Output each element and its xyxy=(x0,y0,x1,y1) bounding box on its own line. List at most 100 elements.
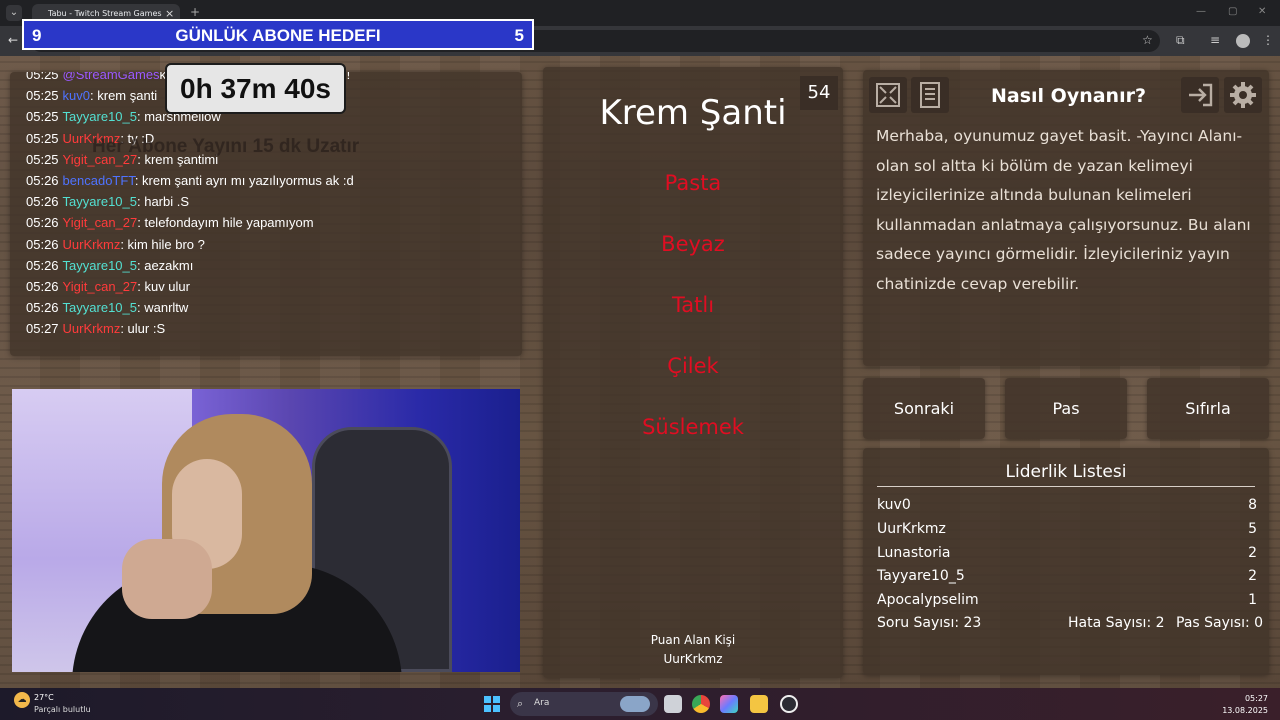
scorer-name: UurKrkmz xyxy=(663,652,723,666)
leaderboard-name: Apocalypselim xyxy=(877,592,979,608)
chat-timestamp: 05:26 xyxy=(26,257,59,273)
chat-message: 05:26 UurKrkmz: kim hile bro ? xyxy=(26,234,354,255)
back-icon[interactable]: ← xyxy=(8,33,18,47)
task-view-icon[interactable] xyxy=(664,695,682,713)
taboo-word: Tatlı xyxy=(671,293,715,317)
chat-username[interactable]: Tayyare10_5 xyxy=(63,300,137,315)
chat-message: 05:27 UurKrkmz: ulur :S xyxy=(26,318,354,339)
leaderboard-score: 2 xyxy=(1248,545,1257,561)
fullscreen-icon xyxy=(876,83,900,107)
taboo-card: 54 Krem Şanti Pasta Beyaz Tatlı Çilek Sü… xyxy=(543,67,843,678)
taboo-word: Beyaz xyxy=(661,232,725,256)
target-word: Krem Şanti xyxy=(599,93,787,133)
start-button[interactable] xyxy=(484,696,500,712)
weather-description[interactable]: Parçalı bulutlu xyxy=(34,705,91,714)
settings-button[interactable] xyxy=(1224,77,1262,113)
copilot-icon[interactable] xyxy=(720,695,738,713)
weather-temperature[interactable]: 27°C xyxy=(34,693,54,702)
taboo-word: Çilek xyxy=(667,354,719,378)
webcam-feed xyxy=(12,389,520,672)
chat-timestamp: 05:25 xyxy=(26,151,59,167)
file-explorer-icon[interactable] xyxy=(750,695,768,713)
chat-username[interactable]: Tayyare10_5 xyxy=(63,194,137,209)
chat-text: : kuv ulur xyxy=(137,279,190,295)
chat-timestamp: 05:26 xyxy=(26,215,59,231)
chat-username[interactable]: kuv0 xyxy=(63,88,90,103)
gear-icon xyxy=(1230,82,1256,108)
chat-message: 05:26 Yigit_can_27: kuv ulur xyxy=(26,276,354,297)
tab-title: Tabu - Twitch Stream Games xyxy=(48,9,162,18)
chat-text: : telefondayım hile yapamıyom xyxy=(137,215,314,231)
notes-icon xyxy=(920,82,940,108)
leaderboard-score: 2 xyxy=(1248,568,1257,584)
taskbar-search[interactable]: ⌕ Ara xyxy=(510,692,658,716)
subscriber-goal-target: 5 xyxy=(514,26,524,45)
leaderboard-name: Lunastoria xyxy=(877,545,951,561)
taboo-word: Pasta xyxy=(664,171,722,195)
chat-text: : kim hile bro ? xyxy=(120,236,205,252)
leaderboard-name: Tayyare10_5 xyxy=(877,568,965,584)
windows-logo-icon xyxy=(493,705,500,712)
exit-icon xyxy=(1189,83,1213,107)
chat-panel: 05:25@StreamGameskuv0 krem şanti kelimes… xyxy=(10,72,522,356)
chat-text: : aezakmı xyxy=(137,257,194,273)
exit-button[interactable] xyxy=(1181,77,1219,113)
taskbar-clock-time[interactable]: 05:27 xyxy=(1245,694,1268,703)
maximize-icon[interactable]: ▢ xyxy=(1228,6,1237,17)
chat-username[interactable]: bencadoTFT xyxy=(63,173,135,188)
subscriber-goal-bar: GÜNLÜK ABONE HEDEFI 9 5 xyxy=(22,19,534,50)
chat-timestamp: 05:26 xyxy=(26,279,59,295)
pass-count: Pas Sayısı: 0 xyxy=(1176,615,1264,631)
subscriber-goal-current: 9 xyxy=(32,26,42,45)
extensions-icon[interactable]: ⧉ xyxy=(1176,33,1185,48)
chat-text: : harbi .S xyxy=(137,194,190,210)
leaderboard-divider xyxy=(877,486,1255,487)
error-count: Hata Sayısı: 2 xyxy=(1068,615,1165,631)
windows-logo-icon xyxy=(484,696,491,703)
chat-message: 05:26 Tayyare10_5: wanrltw xyxy=(26,297,354,318)
chat-message: 05:26 bencadoTFT: krem şanti ayrı mı yazı… xyxy=(26,170,354,191)
tab-search-icon[interactable]: ⌄ xyxy=(6,5,22,21)
next-button[interactable]: Sonraki xyxy=(863,378,985,439)
more-menu-icon[interactable]: ⋮ xyxy=(1262,33,1274,47)
minimize-icon[interactable]: — xyxy=(1196,6,1206,17)
chat-timestamp: 05:26 xyxy=(26,300,59,316)
how-to-play-title: Nasıl Oynanır? xyxy=(991,85,1146,107)
leaderboard-title: Liderlik Listesi xyxy=(1005,462,1127,482)
chat-username[interactable]: Yigit_can_27 xyxy=(63,215,138,230)
leaderboard-score: 1 xyxy=(1248,592,1257,608)
windows-taskbar: ☁ 27°C Parçalı bulutlu ⌕ Ara 05:27 13.08… xyxy=(0,688,1280,720)
fullscreen-button[interactable] xyxy=(869,77,907,113)
media-icon[interactable]: ≡ xyxy=(1210,33,1220,47)
notes-button[interactable] xyxy=(911,77,949,113)
new-tab-icon[interactable]: + xyxy=(190,5,200,19)
leaderboard-score: 5 xyxy=(1248,521,1257,537)
chat-username[interactable]: Tayyare10_5 xyxy=(63,258,137,273)
profile-avatar[interactable] xyxy=(1236,34,1250,48)
chat-text: : wanrltw xyxy=(137,300,189,316)
chat-timestamp: 05:25 xyxy=(26,130,59,146)
obs-icon[interactable] xyxy=(780,695,798,713)
how-to-play-text: Merhaba, oyunumuz gayet basit. -Yayıncı … xyxy=(876,127,1251,293)
chat-username[interactable]: UurKrkmz xyxy=(63,237,121,252)
window-close-icon[interactable]: ✕ xyxy=(1258,6,1266,17)
chat-text: : krem şanti xyxy=(90,88,158,104)
reset-button[interactable]: Sıfırla xyxy=(1147,378,1269,439)
search-highlight-icon xyxy=(620,696,650,712)
chat-username[interactable]: Tayyare10_5 xyxy=(63,109,137,124)
chat-timestamp: 05:25 xyxy=(26,72,59,82)
chat-message: 05:26 Yigit_can_27: telefondayım hile yap… xyxy=(26,212,354,233)
chat-timestamp: 05:25 xyxy=(26,88,59,104)
chrome-icon[interactable] xyxy=(692,695,710,713)
subscriber-goal-title: GÜNLÜK ABONE HEDEFI xyxy=(175,26,381,45)
pass-button[interactable]: Pas xyxy=(1005,378,1127,439)
windows-logo-icon xyxy=(493,696,500,703)
chat-username[interactable]: @StreamGames xyxy=(63,72,160,82)
weather-icon[interactable]: ☁ xyxy=(14,692,30,708)
taskbar-clock-date[interactable]: 13.08.2025 xyxy=(1222,706,1268,715)
windows-logo-icon xyxy=(484,705,491,712)
chat-username[interactable]: UurKrkmz xyxy=(63,321,121,336)
bookmark-star-icon[interactable]: ☆ xyxy=(1142,33,1153,47)
chat-username[interactable]: Yigit_can_27 xyxy=(63,279,138,294)
chat-timestamp: 05:25 xyxy=(26,109,59,125)
